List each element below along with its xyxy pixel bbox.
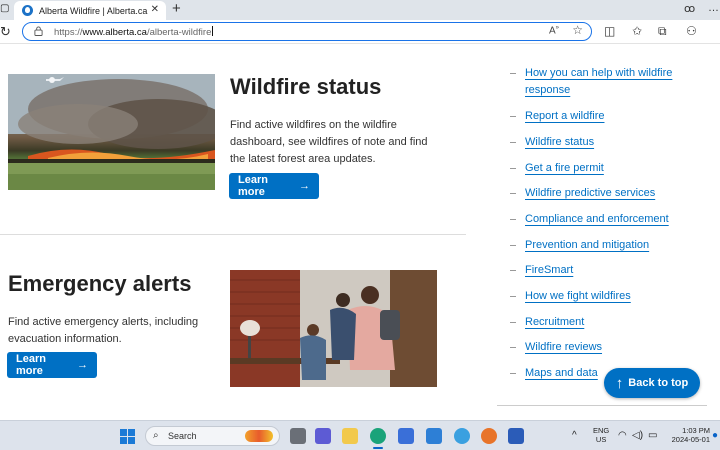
section-divider [0, 234, 466, 235]
arrow-right-icon: → [77, 359, 88, 371]
teams-icon[interactable] [315, 428, 331, 444]
evacuation-photo [230, 270, 437, 387]
bullet-dash [510, 219, 516, 220]
sidebar-item-compliance[interactable]: Compliance and enforcement [510, 211, 710, 228]
store-icon[interactable] [398, 428, 414, 444]
arrow-right-icon: → [299, 180, 310, 192]
emergency-alerts-heading: Emergency alerts [8, 271, 192, 296]
sidebar-item-predictive-services[interactable]: Wildfire predictive services [510, 185, 710, 202]
tab-title: Alberta Wildfire | Alberta.ca [39, 5, 148, 16]
page-content: Wildfire status Find active wildfires on… [0, 44, 720, 420]
volume-icon[interactable]: ◁) [632, 430, 643, 441]
bullet-dash [510, 168, 516, 169]
alberta-favicon-icon [22, 5, 33, 16]
support-assist-icon[interactable] [454, 428, 470, 444]
sidebar-item-wildfire-status[interactable]: Wildfire status [510, 134, 710, 151]
extensions-icon[interactable]: ⚇ [686, 24, 697, 38]
battery-icon[interactable]: ▭ [648, 430, 657, 441]
copilot-icon[interactable]: ꝏ [684, 2, 695, 15]
search-icon: ⌕ [153, 430, 159, 441]
sidebar-bottom-rule [497, 405, 707, 406]
bullet-dash [510, 193, 516, 194]
word-icon[interactable] [508, 428, 524, 444]
clock-date: 2024-05-01 [671, 435, 710, 444]
more-icon[interactable]: … [708, 2, 719, 14]
bullet-dash [510, 373, 516, 374]
wifi-icon[interactable]: ◠ [618, 430, 627, 441]
back-to-top-button[interactable]: ↑ Back to top [604, 368, 700, 398]
sidebar-item-report-wildfire[interactable]: Report a wildfire [510, 108, 710, 125]
collections-icon[interactable]: ⧉ [658, 24, 667, 39]
clock-time: 1:03 PM [682, 426, 710, 435]
read-aloud-icon[interactable]: A» [549, 25, 559, 36]
sidebar-item-help-wildfire-response[interactable]: How you can help with wildfire response [510, 65, 710, 99]
button-label: Learn more [238, 174, 268, 198]
bullet-dash [510, 270, 516, 271]
sidebar-item-wildfire-reviews[interactable]: Wildfire reviews [510, 339, 710, 356]
task-view-icon[interactable] [290, 428, 306, 444]
language-indicator[interactable]: ENG US [593, 426, 609, 444]
bullet-dash [510, 116, 516, 117]
favorite-star-icon[interactable]: ☆ [572, 23, 583, 37]
sidebar-item-how-we-fight[interactable]: How we fight wildfires [510, 288, 710, 305]
lock-icon[interactable] [34, 26, 43, 36]
taskbar-search[interactable]: ⌕ Search [145, 426, 280, 446]
wildfire-status-description: Find active wildfires on the wildfire da… [230, 119, 428, 165]
system-clock[interactable]: 1:03 PM 2024-05-01 [666, 426, 710, 444]
edge-icon[interactable] [370, 428, 386, 449]
tab-actions-icon[interactable]: ▢ [0, 3, 9, 14]
windows-taskbar: ⌕ Search ^ ENG US ◠ ◁) ▭ 1:03 PM 2024-05… [0, 420, 720, 450]
firefox-icon[interactable] [481, 428, 497, 444]
sidebar-item-fire-permit[interactable]: Get a fire permit [510, 160, 710, 177]
bullet-dash [510, 142, 516, 143]
button-label: Learn more [16, 353, 46, 377]
sidebar-heading-partial [510, 44, 640, 48]
tab-alberta-wildfire[interactable]: Alberta Wildfire | Alberta.ca ✕ [14, 1, 166, 20]
tab-bar: ▢ Alberta Wildfire | Alberta.ca ✕ + ꝏ … [0, 0, 720, 20]
arrow-up-icon: ↑ [615, 374, 624, 392]
windows-start-icon[interactable] [120, 429, 135, 444]
close-tab-icon[interactable]: ✕ [151, 4, 159, 15]
bullet-dash [510, 296, 516, 297]
split-screen-icon[interactable]: ◫ [604, 24, 615, 38]
url-text[interactable]: https://www.alberta.ca/alberta-wildfire [54, 26, 214, 38]
wildfire-photo [8, 74, 215, 190]
bullet-dash [510, 245, 516, 246]
bullet-dash [510, 347, 516, 348]
new-tab-button[interactable]: + [172, 0, 181, 17]
address-bar[interactable]: https://www.alberta.ca/alberta-wildfire … [22, 22, 592, 41]
bullet-dash [510, 322, 516, 323]
favorites-icon[interactable]: ✩ [632, 24, 642, 38]
address-row: ↻ https://www.alberta.ca/alberta-wildfir… [0, 20, 720, 44]
bullet-dash [510, 73, 516, 74]
wildfire-status-heading: Wildfire status [230, 74, 382, 99]
reload-icon[interactable]: ↻ [0, 24, 11, 40]
sidebar-item-firesmart[interactable]: FireSmart [510, 262, 710, 279]
back-to-top-label: Back to top [628, 377, 689, 389]
dell-app-icon[interactable] [426, 428, 442, 444]
search-highlight-icon [245, 430, 273, 442]
file-explorer-icon[interactable] [342, 428, 358, 444]
show-hidden-icons-icon[interactable]: ^ [572, 430, 577, 441]
wildfire-status-learn-more-button[interactable]: Learn more → [229, 173, 319, 199]
search-label: Search [168, 431, 197, 441]
emergency-alerts-learn-more-button[interactable]: Learn more → [7, 352, 97, 378]
emergency-alerts-description: Find active emergency alerts, including … [8, 316, 199, 345]
sidebar-item-prevention[interactable]: Prevention and mitigation [510, 237, 710, 254]
sidebar-item-recruitment[interactable]: Recruitment [510, 314, 710, 331]
notification-bell-icon[interactable]: ● [712, 430, 718, 441]
